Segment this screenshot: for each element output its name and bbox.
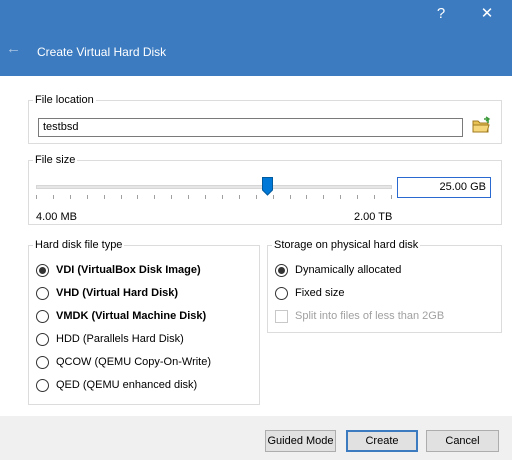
slider-tick — [306, 195, 307, 199]
radio-button[interactable] — [36, 263, 49, 277]
radio-button[interactable] — [36, 309, 49, 323]
radio-label: QED (QEMU enhanced disk) — [56, 379, 198, 391]
radio-button[interactable] — [36, 332, 49, 346]
disk-type-option-vhd[interactable]: VHD (Virtual Hard Disk) — [36, 285, 178, 301]
slider-tick — [36, 195, 37, 199]
size-slider-ticks — [36, 195, 392, 199]
storage-title: Storage on physical hard disk — [272, 239, 421, 252]
slider-tick — [171, 195, 172, 199]
slider-tick — [374, 195, 375, 199]
storage-group: Storage on physical hard disk Dynamicall… — [267, 239, 502, 333]
radio-label: QCOW (QEMU Copy-On-Write) — [56, 356, 212, 368]
dialog-header: ← Create Virtual Hard Disk — [0, 29, 512, 76]
radio-button[interactable] — [36, 378, 49, 392]
slider-tick — [256, 195, 257, 199]
disk-type-option-vmdk[interactable]: VMDK (Virtual Machine Disk) — [36, 308, 206, 324]
size-slider-track[interactable] — [36, 185, 392, 189]
radio-label: VDI (VirtualBox Disk Image) — [56, 264, 201, 276]
size-max-label: 2.00 TB — [354, 211, 393, 223]
slider-tick — [121, 195, 122, 199]
file-size-title: File size — [33, 154, 78, 167]
size-slider-thumb[interactable] — [262, 177, 273, 196]
radio-label: HDD (Parallels Hard Disk) — [56, 333, 184, 345]
split-files-checkbox[interactable] — [275, 309, 288, 323]
slider-tick — [87, 195, 88, 199]
slider-tick — [323, 195, 324, 199]
radio-button[interactable] — [36, 286, 49, 300]
slider-tick — [239, 195, 240, 199]
radio-button[interactable] — [275, 286, 288, 300]
file-location-input[interactable]: testbsd — [38, 118, 463, 137]
slider-tick — [70, 195, 71, 199]
disk-type-option-qcow[interactable]: QCOW (QEMU Copy-On-Write) — [36, 354, 211, 370]
close-button[interactable]: ✕ — [476, 3, 498, 25]
file-size-group: File size 25.00 GB 4.00 MB 2.00 TB — [28, 154, 502, 225]
slider-tick — [290, 195, 291, 199]
split-files-label: Split into files of less than 2GB — [295, 310, 445, 322]
radio-label: VMDK (Virtual Machine Disk) — [56, 310, 207, 322]
guided-mode-button[interactable]: Guided Mode — [265, 430, 336, 452]
slider-tick — [205, 195, 206, 199]
file-size-input[interactable]: 25.00 GB — [397, 177, 491, 198]
radio-label: Dynamically allocated — [295, 264, 402, 276]
help-button[interactable]: ? — [430, 3, 452, 25]
folder-icon[interactable] — [471, 116, 491, 136]
file-location-group: File location testbsd — [28, 94, 502, 144]
window-title-bar: ? ✕ — [0, 0, 512, 29]
create-button[interactable]: Create — [346, 430, 418, 452]
cancel-button[interactable]: Cancel — [426, 430, 499, 452]
radio-label: VHD (Virtual Hard Disk) — [56, 287, 179, 299]
disk-type-option-hdd[interactable]: HDD (Parallels Hard Disk) — [36, 331, 184, 347]
radio-button[interactable] — [275, 263, 288, 277]
split-files-option[interactable]: Split into files of less than 2GB — [275, 308, 444, 324]
slider-tick — [154, 195, 155, 199]
dialog-title: Create Virtual Hard Disk — [37, 45, 167, 59]
file-location-title: File location — [33, 94, 96, 107]
disk-type-group: Hard disk file type VDI (VirtualBox Disk… — [28, 239, 260, 405]
slider-tick — [273, 195, 274, 199]
slider-tick — [340, 195, 341, 199]
slider-tick — [222, 195, 223, 199]
storage-option-fixed[interactable]: Fixed size — [275, 285, 345, 301]
dialog-footer: Guided Mode Create Cancel — [0, 416, 512, 460]
slider-tick — [188, 195, 189, 199]
slider-tick — [137, 195, 138, 199]
disk-type-title: Hard disk file type — [33, 239, 125, 252]
storage-option-dynamic[interactable]: Dynamically allocated — [275, 262, 401, 278]
slider-tick — [357, 195, 358, 199]
slider-tick — [104, 195, 105, 199]
radio-button[interactable] — [36, 355, 49, 369]
slider-tick — [391, 195, 392, 199]
disk-type-option-qed[interactable]: QED (QEMU enhanced disk) — [36, 377, 197, 393]
size-min-label: 4.00 MB — [36, 211, 77, 223]
dialog-content: File location testbsd File size 25.00 GB… — [0, 76, 512, 416]
back-arrow-icon[interactable]: ← — [6, 40, 21, 57]
radio-label: Fixed size — [295, 287, 345, 299]
disk-type-option-vdi[interactable]: VDI (VirtualBox Disk Image) — [36, 262, 201, 278]
slider-tick — [53, 195, 54, 199]
